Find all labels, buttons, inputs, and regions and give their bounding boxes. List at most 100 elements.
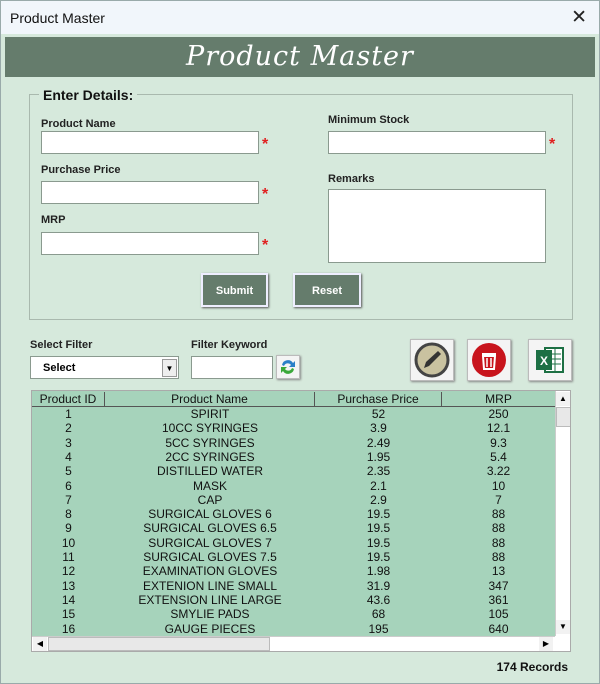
purchase-price-cell: 19.5	[366, 507, 391, 522]
scroll-down-icon[interactable]: ▼	[556, 620, 570, 634]
product-id-cell: 5	[65, 464, 72, 479]
mrp-cell: 3.22	[486, 464, 511, 479]
mrp-cell: 10	[491, 478, 506, 493]
purchase-price-cell: 1.98	[366, 564, 391, 579]
refresh-button[interactable]	[276, 355, 300, 379]
product-id-cell: 3	[65, 435, 72, 450]
table-row[interactable]: 7 CAP 2.9 7	[32, 493, 555, 507]
horizontal-scrollbar[interactable]: ◀ ▶	[32, 636, 555, 651]
product-name-cell: EXAMINATION GLOVES	[142, 564, 278, 579]
product-id-cell: 7	[65, 492, 72, 507]
mrp-cell: 347	[488, 578, 509, 593]
table-body: 1 SPIRIT 52 250 2 10CC SYRINGES 3.9 12.1 3 5CC SY…	[32, 407, 555, 636]
table-row[interactable]: 13 EXTENION LINE SMALL 31.9 347	[32, 579, 555, 593]
excel-export-button[interactable]: X	[528, 339, 572, 381]
mrp-cell: 105	[488, 607, 509, 622]
edit-button[interactable]	[410, 339, 454, 381]
required-marker: *	[262, 136, 269, 153]
mrp-cell: 88	[491, 521, 506, 536]
mrp-cell: 361	[488, 592, 509, 607]
select-filter-dropdown[interactable]: Select ▼	[30, 356, 179, 379]
horizontal-scroll-thumb[interactable]	[48, 637, 270, 651]
column-header-product-id[interactable]: Product ID	[32, 392, 105, 406]
table-row[interactable]: 1 SPIRIT 52 250	[32, 407, 555, 421]
select-filter-label: Select Filter	[30, 339, 93, 351]
table-row[interactable]: 8 SURGICAL GLOVES 6 19.5 88	[32, 507, 555, 521]
table-row[interactable]: 9 SURGICAL GLOVES 6.5 19.5 88	[32, 521, 555, 535]
purchase-price-cell: 19.5	[366, 535, 391, 550]
product-id-cell: 10	[61, 535, 76, 550]
product-id-cell: 15	[61, 607, 76, 622]
product-master-window: Product Master ✕ Product Master Enter De…	[0, 0, 600, 684]
minimum-stock-label: Minimum Stock	[328, 114, 410, 126]
purchase-price-cell: 2.9	[370, 492, 387, 507]
scroll-left-icon[interactable]: ◀	[33, 637, 47, 651]
column-header-mrp[interactable]: MRP	[442, 392, 555, 406]
product-id-cell: 16	[61, 621, 76, 636]
product-id-cell: 4	[65, 449, 72, 464]
product-name-cell: SURGICAL GLOVES 6.5	[143, 521, 277, 536]
delete-button[interactable]	[467, 339, 511, 381]
banner-title: Product Master	[5, 37, 595, 77]
remarks-label: Remarks	[328, 173, 375, 185]
select-filter-value: Select	[43, 362, 76, 374]
column-header-product-name[interactable]: Product Name	[105, 392, 315, 406]
table-row[interactable]: 4 2CC SYRINGES 1.95 5.4	[32, 450, 555, 464]
required-marker: *	[262, 237, 269, 254]
scroll-up-icon[interactable]: ▲	[556, 392, 570, 406]
product-id-cell: 12	[61, 564, 76, 579]
product-id-cell: 11	[62, 550, 75, 564]
product-id-cell: 13	[61, 578, 76, 593]
delete-trash-icon	[472, 343, 506, 377]
product-name-label: Product Name	[41, 118, 116, 130]
vertical-scrollbar[interactable]: ▲ ▼	[555, 391, 570, 636]
product-name-cell: SMYLIE PADS	[170, 607, 250, 622]
table-row[interactable]: 12 EXAMINATION GLOVES 1.98 13	[32, 564, 555, 578]
close-icon[interactable]: ✕	[571, 6, 587, 29]
purchase-price-cell: 68	[371, 607, 386, 622]
table-row[interactable]: 15 SMYLIE PADS 68 105	[32, 607, 555, 621]
purchase-price-cell: 2.1	[370, 478, 387, 493]
window-title: Product Master	[10, 10, 105, 26]
product-name-cell: SURGICAL GLOVES 6	[148, 507, 272, 522]
mrp-cell: 7	[495, 492, 502, 507]
table-row[interactable]: 11 SURGICAL GLOVES 7.5 19.5 88	[32, 550, 555, 564]
table-row[interactable]: 6 MASK 2.1 10	[32, 479, 555, 493]
product-name-input[interactable]	[41, 131, 259, 154]
scroll-right-icon[interactable]: ▶	[539, 637, 553, 651]
mrp-input[interactable]	[41, 232, 259, 255]
mrp-cell: 88	[491, 550, 506, 564]
filter-keyword-label: Filter Keyword	[191, 339, 268, 351]
filter-keyword-input[interactable]	[191, 356, 273, 379]
purchase-price-cell: 1.95	[366, 449, 391, 464]
product-table[interactable]: Product ID Product Name Purchase Price M…	[31, 390, 571, 652]
table-row[interactable]: 2 10CC SYRINGES 3.9 12.1	[32, 421, 555, 435]
frame-legend: Enter Details:	[39, 87, 138, 103]
mrp-label: MRP	[41, 214, 66, 226]
purchase-price-cell: 43.6	[366, 592, 391, 607]
product-name-cell: MASK	[192, 478, 227, 493]
vertical-scroll-thumb[interactable]	[556, 407, 570, 427]
title-bar: Product Master ✕	[1, 1, 599, 34]
remarks-textarea[interactable]	[328, 189, 546, 263]
mrp-cell: 250	[488, 407, 509, 421]
purchase-price-input[interactable]	[41, 181, 259, 204]
reset-button[interactable]: Reset	[293, 273, 361, 307]
submit-button[interactable]: Submit	[201, 273, 268, 307]
product-name-cell: 5CC SYRINGES	[165, 435, 255, 450]
table-row[interactable]: 14 EXTENSION LINE LARGE 43.6 361	[32, 593, 555, 607]
edit-pencil-icon	[414, 342, 450, 378]
column-header-purchase-price[interactable]: Purchase Price	[315, 392, 442, 406]
mrp-cell: 9.3	[490, 435, 507, 450]
table-row[interactable]: 5 DISTILLED WATER 2.35 3.22	[32, 464, 555, 478]
product-name-cell: EXTENION LINE SMALL	[142, 578, 278, 593]
chevron-down-icon[interactable]: ▼	[162, 359, 177, 377]
minimum-stock-input[interactable]	[328, 131, 546, 154]
required-marker: *	[549, 136, 556, 153]
table-row[interactable]: 3 5CC SYRINGES 2.49 9.3	[32, 436, 555, 450]
purchase-price-cell: 3.9	[370, 421, 387, 436]
table-row[interactable]: 10 SURGICAL GLOVES 7 19.5 88	[32, 536, 555, 550]
purchase-price-cell: 19.5	[366, 550, 391, 564]
product-id-cell: 6	[65, 478, 72, 493]
table-row[interactable]: 16 GAUGE PIECES 195 640	[32, 622, 555, 636]
